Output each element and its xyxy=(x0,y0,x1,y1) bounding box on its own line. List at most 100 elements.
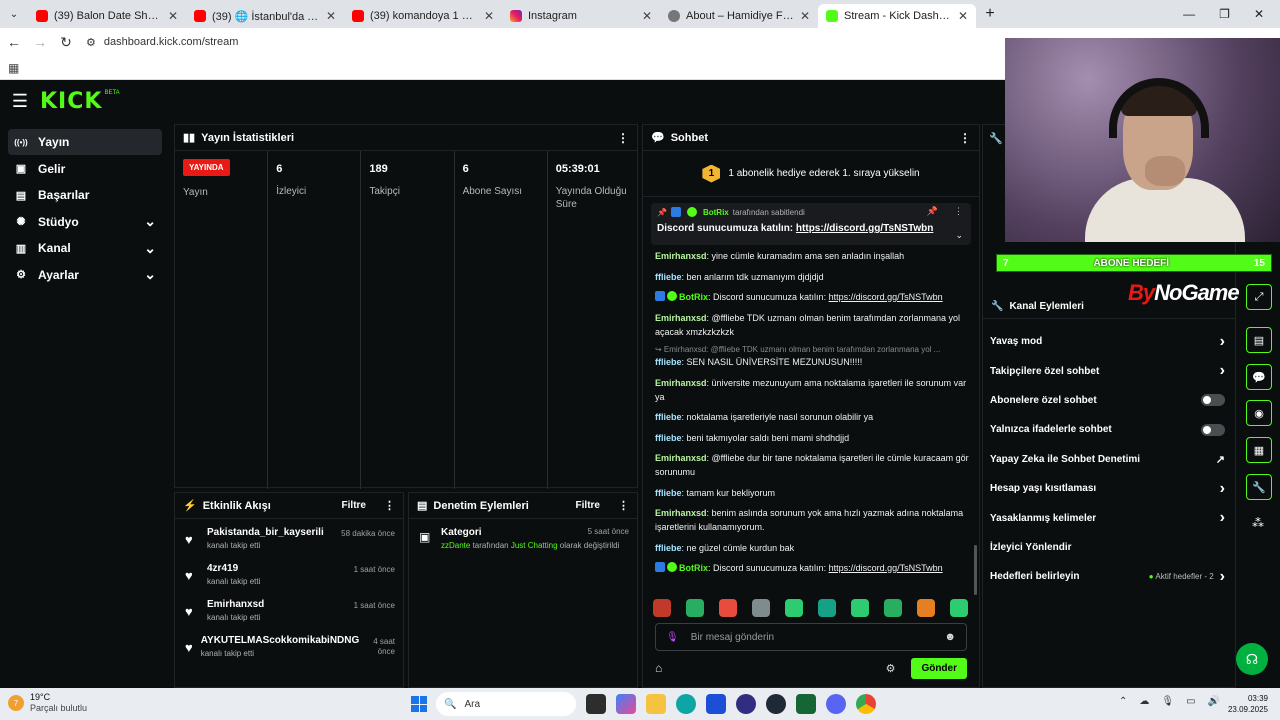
restore-icon[interactable]: ❐ xyxy=(1219,7,1230,21)
emote-icon[interactable] xyxy=(884,599,902,617)
pinned-link[interactable]: https://discord.gg/TsNSTwbn xyxy=(796,223,933,234)
sidebar-item-stüdyo[interactable]: ✺ Stüdyo ⌄ xyxy=(8,209,162,235)
sidebar-item-yayın[interactable]: ((•)) Yayın xyxy=(8,129,162,155)
browser-tab[interactable]: (39) 🌐 İstanbul'da Türk Motorları ✕ xyxy=(186,4,344,28)
pinned-by[interactable]: BotRix xyxy=(703,208,729,217)
moderator-name[interactable]: zzDante xyxy=(441,541,470,550)
reload-icon[interactable]: ↻ xyxy=(54,34,78,51)
emote-icon[interactable] xyxy=(686,599,704,617)
toggle-switch[interactable] xyxy=(1201,394,1225,407)
reply-preview[interactable]: ↪ Emirhanxsd: @ffliebe TDK uzmanı olman … xyxy=(655,345,971,355)
send-button[interactable]: Gönder xyxy=(911,657,967,679)
minimize-icon[interactable]: — xyxy=(1183,7,1195,21)
tab-close-icon[interactable]: ✕ xyxy=(642,9,652,23)
channel-action-item[interactable]: Abonelere özel sohbet xyxy=(983,386,1235,415)
discord-icon[interactable] xyxy=(826,694,846,714)
unpin-icon[interactable]: 📌 xyxy=(927,206,938,217)
weather-widget[interactable]: 7 19°C Parçalı bulutlu xyxy=(8,692,87,714)
file-explorer-icon[interactable] xyxy=(586,694,606,714)
microphone-icon[interactable]: 🎙 xyxy=(1161,696,1174,707)
new-tab-plus-icon[interactable]: + xyxy=(976,5,1004,23)
browser-tab[interactable]: (39) komandoya 1 bardak su ver ✕ xyxy=(344,4,502,28)
emoji-icon[interactable]: ☻ xyxy=(944,631,956,643)
sidebar-item-ayarlar[interactable]: ⚙ Ayarlar ⌄ xyxy=(8,262,162,288)
toggle-switch[interactable] xyxy=(1201,423,1225,436)
chat-input[interactable]: 🎙 Bir mesaj gönderin ☻ xyxy=(655,623,967,651)
emote-icon[interactable] xyxy=(950,599,968,617)
emote-icon[interactable] xyxy=(719,599,737,617)
channel-action-item[interactable]: Yasaklanmış kelimeler › xyxy=(983,503,1235,532)
mic-icon[interactable]: 🎙 xyxy=(666,632,679,643)
tab-close-icon[interactable]: ✕ xyxy=(326,9,336,23)
browser-tab[interactable]: Instagram ✕ xyxy=(502,4,660,28)
channel-action-item[interactable]: Yavaş mod › xyxy=(983,327,1235,356)
tab-search-chevron-icon[interactable]: ⌄ xyxy=(0,0,28,28)
sidebar-item-başarılar[interactable]: ▤ Başarılar xyxy=(8,182,162,208)
volume-icon[interactable]: 🔊 xyxy=(1208,696,1220,707)
gift-leaderboard-banner[interactable]: 1 1 abonelik hediye ederek 1. sıraya yük… xyxy=(643,151,979,197)
store-icon[interactable]: ⌂ xyxy=(655,661,662,675)
kick-logo[interactable]: KICK xyxy=(40,89,102,114)
activity-filter-button[interactable]: Filtre xyxy=(342,500,366,511)
sidebar-item-kanal[interactable]: ▥ Kanal ⌄ xyxy=(8,235,162,261)
chat-link[interactable]: https://discord.gg/TsNSTwbn xyxy=(829,563,943,573)
channel-action-item[interactable]: Takipçilere özel sohbet › xyxy=(983,356,1235,385)
chat-username[interactable]: Emirhanxsd xyxy=(655,378,707,388)
network-tool-icon[interactable]: ⁂ xyxy=(1252,516,1264,530)
follower-name[interactable]: 4zr419 xyxy=(207,563,329,574)
channel-action-item[interactable]: Hedefleri belirleyin ● Aktif hedefler - 2… xyxy=(983,562,1235,591)
emote-icon[interactable] xyxy=(785,599,803,617)
emote-icon[interactable] xyxy=(818,599,836,617)
kebab-menu-icon[interactable]: ⋮ xyxy=(954,206,963,217)
chat-settings-gear-icon[interactable]: ⚙ xyxy=(886,662,896,675)
cloud-icon[interactable]: ☁ xyxy=(1139,696,1149,707)
chat-username[interactable]: BotRix xyxy=(679,563,708,573)
chat-username[interactable]: ffliebe xyxy=(655,272,682,282)
back-arrow-icon[interactable]: ← xyxy=(2,34,26,50)
chevron-up-icon[interactable]: ⌃ xyxy=(1119,696,1127,707)
menu-hamburger-icon[interactable]: ☰ xyxy=(0,91,40,112)
display-icon[interactable]: ▭ xyxy=(1186,696,1195,707)
wrench-tool-icon[interactable]: 🔧 xyxy=(1246,474,1272,500)
channel-action-item[interactable]: Hesap yaşı kısıtlaması › xyxy=(983,474,1235,503)
taskbar-clock[interactable]: 03:39 23.09.2025 xyxy=(1228,693,1268,715)
windows-start-icon[interactable] xyxy=(411,696,427,712)
kebab-menu-icon[interactable]: ⋮ xyxy=(959,131,971,145)
chat-tool-icon[interactable]: 💬 xyxy=(1246,364,1272,390)
edge-icon[interactable] xyxy=(676,694,696,714)
forward-arrow-icon[interactable]: → xyxy=(28,34,52,50)
whatsapp-icon[interactable] xyxy=(796,694,816,714)
channel-action-item[interactable]: Yapay Zeka ile Sohbet Denetimi ↗ xyxy=(983,445,1235,474)
chat-scrollbar[interactable] xyxy=(974,545,977,595)
channel-action-item[interactable]: İzleyici Yönlendir xyxy=(983,533,1235,562)
chat-username[interactable]: ffliebe xyxy=(655,357,682,367)
broadcast-tool-icon[interactable]: ◉ xyxy=(1246,400,1272,426)
close-window-icon[interactable]: ✕ xyxy=(1254,7,1264,21)
taskbar-search[interactable]: 🔍 Ara xyxy=(436,692,576,716)
kebab-menu-icon[interactable]: ⋮ xyxy=(384,499,395,512)
chat-username[interactable]: ffliebe xyxy=(655,488,682,498)
browser-tab[interactable]: (39) Balon Date Show 23. Bölüm ✕ xyxy=(28,4,186,28)
calendar-tool-icon[interactable]: ▤ xyxy=(1246,327,1272,353)
pin-tool-icon[interactable]: ⤢ xyxy=(1246,284,1272,310)
moderation-filter-button[interactable]: Filtre xyxy=(576,500,600,511)
follower-name[interactable]: Emirhanxsd xyxy=(207,599,329,610)
copilot-icon[interactable] xyxy=(616,694,636,714)
emote-icon[interactable] xyxy=(851,599,869,617)
chat-username[interactable]: Emirhanxsd xyxy=(655,313,707,323)
kebab-menu-icon[interactable]: ⋮ xyxy=(617,131,629,145)
printer-tool-icon[interactable]: ▦ xyxy=(1246,437,1272,463)
support-headset-icon[interactable]: ☊ xyxy=(1236,643,1268,675)
tab-close-icon[interactable]: ✕ xyxy=(484,9,494,23)
channel-action-item[interactable]: Yalnızca ifadelerle sohbet xyxy=(983,415,1235,444)
tab-close-icon[interactable]: ✕ xyxy=(958,9,968,23)
category-name[interactable]: Just Chatting xyxy=(511,541,558,550)
browser-tab[interactable]: Stream - Kick Dashboard ✕ xyxy=(818,4,976,28)
chat-username[interactable]: Emirhanxsd xyxy=(655,453,707,463)
chrome-icon[interactable] xyxy=(856,694,876,714)
chat-username[interactable]: ffliebe xyxy=(655,412,682,422)
chat-username[interactable]: ffliebe xyxy=(655,433,682,443)
emote-icon[interactable] xyxy=(917,599,935,617)
chat-username[interactable]: Emirhanxsd xyxy=(655,508,707,518)
chat-username[interactable]: ffliebe xyxy=(655,543,682,553)
